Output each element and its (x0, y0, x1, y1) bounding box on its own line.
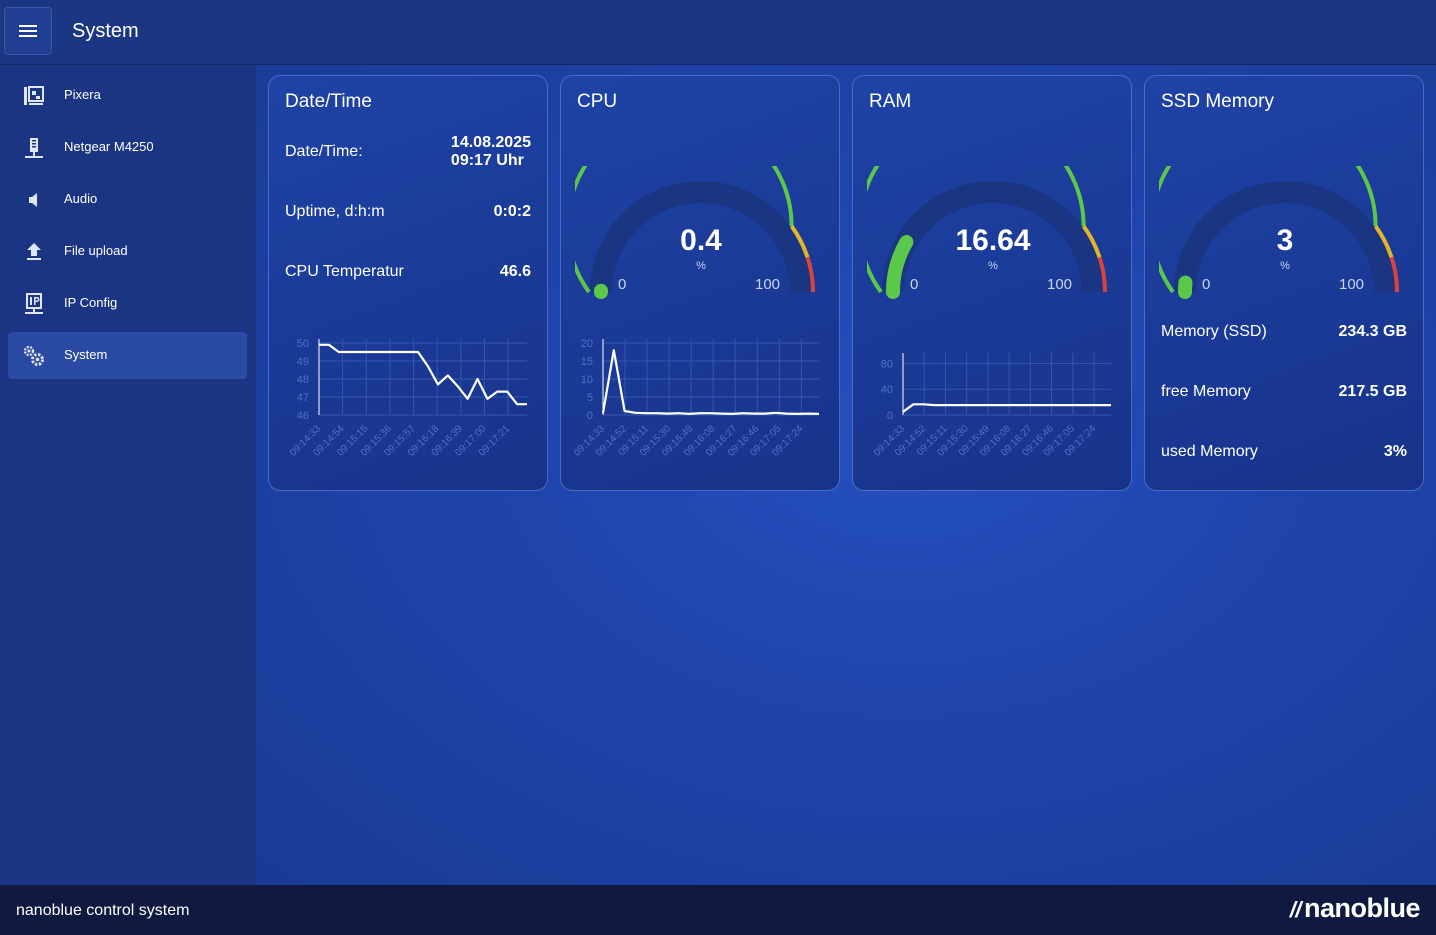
gauge-max: 100 (1047, 276, 1073, 293)
sidebar-item-file-upload[interactable]: File upload (8, 228, 247, 275)
brand-slashes: // (1289, 897, 1302, 922)
y-tick-label: 48 (297, 374, 309, 386)
gauge-unit: % (696, 260, 706, 272)
ssd-memory-value: 234.3 GB (1338, 323, 1407, 340)
hamburger-icon (19, 25, 37, 37)
cpu-temperature-chart: 464748495009:14:3309:14:5409:15:1509:15:… (288, 338, 527, 459)
y-tick-label: 49 (297, 356, 309, 368)
sidebar-item-pixera[interactable]: Pixera (8, 72, 247, 119)
y-tick-label: 46 (297, 410, 309, 422)
card-title: RAM (869, 91, 912, 112)
y-tick-label: 10 (581, 374, 593, 386)
y-tick-label: 80 (881, 358, 893, 370)
cpu-temp-value: 46.6 (499, 263, 531, 280)
y-tick-label: 50 (297, 338, 309, 350)
ssd-memory-label: Memory (SSD) (1161, 323, 1267, 340)
sidebar-item-label: Pixera (64, 87, 101, 102)
ip-icon (25, 293, 43, 314)
gauge-max: 100 (755, 276, 781, 293)
gauge-min: 0 (1202, 276, 1211, 293)
top-bar: System (0, 0, 1436, 65)
y-tick-label: 47 (297, 392, 309, 404)
date-value: 14.08.2025 (450, 134, 531, 151)
gauge-value: 16.64 (955, 224, 1031, 257)
sidebar-item-audio[interactable]: Audio (8, 176, 247, 223)
sidebar-item-ip-config[interactable]: IP Config (8, 280, 247, 327)
gears-icon (23, 345, 44, 366)
ssd-card: SSD Memory 3 % 0 100 Memory (SSD) 234.3 … (1144, 75, 1424, 491)
sidebar-item-label: IP Config (64, 295, 118, 310)
datetime-card: Date/Time Date/Time: 14.08.2025 09:17 Uh… (268, 75, 548, 491)
gauge-max: 100 (1339, 276, 1365, 293)
y-tick-label: 40 (881, 384, 893, 396)
sidebar-item-netgear[interactable]: Netgear M4250 (8, 124, 247, 171)
gauge-min: 0 (910, 276, 919, 293)
y-tick-label: 15 (581, 356, 593, 368)
gauge-value: 3 (1276, 224, 1294, 257)
series-line (902, 403, 1111, 413)
cpu-temp-label: CPU Temperatur (285, 263, 404, 280)
page-title: System (72, 20, 139, 42)
free-memory-value: 217.5 GB (1338, 383, 1407, 400)
ram-card: RAM 16.64 % 0 100 0 40 80 09:14:33 09:14:52 0… (852, 75, 1132, 491)
sidebar-item-label: Audio (64, 191, 98, 206)
upload-icon (27, 243, 41, 260)
menu-button[interactable] (4, 7, 52, 55)
cpu-card: CPU 0.4 % 0 100 0 5 10 15 20 09:14:33 09:14:52… (560, 75, 840, 491)
series-line (601, 349, 820, 416)
sidebar-item-label: File upload (64, 243, 128, 258)
sidebar-item-label: System (64, 347, 108, 362)
used-memory-value: 3% (1383, 443, 1407, 460)
gauge-min: 0 (618, 276, 627, 293)
time-value: 09:17 Uhr (450, 152, 524, 169)
y-tick-label: 0 (887, 410, 893, 422)
y-tick-label: 20 (581, 338, 593, 350)
uptime-label: Uptime, d:h:m (285, 203, 385, 220)
free-memory-label: free Memory (1161, 383, 1251, 400)
ram-usage-chart: 0408009:14:3309:14:5209:15:1109:15:3009:… (872, 353, 1111, 459)
datetime-value: 14.08.2025 09:17 Uhr (451, 134, 531, 170)
gauge-unit: % (988, 260, 998, 272)
footer-text: nanoblue control system (16, 902, 190, 919)
datetime-label: Date/Time: (285, 143, 363, 160)
gauge-unit: % (1280, 260, 1290, 272)
y-tick-label: 5 (587, 392, 593, 404)
card-title: Date/Time (285, 91, 372, 112)
gauge-value: 0.4 (680, 224, 722, 257)
used-memory-label: used Memory (1161, 443, 1258, 460)
y-tick-label: 0 (587, 410, 593, 422)
main-content: Date/Time Date/Time: 14.08.2025 09:17 Uh… (256, 65, 1436, 885)
series-line (319, 343, 527, 406)
uptime-value: 0:0:2 (493, 203, 531, 220)
sidebar-item-label: Netgear M4250 (64, 139, 154, 154)
sidebar: Pixera Netgear M4250 Audio File upload I… (0, 65, 256, 885)
card-title: SSD Memory (1161, 91, 1274, 112)
cpu-usage-chart: 0510152009:14:3309:14:5209:15:1109:15:30… (572, 338, 820, 459)
sidebar-item-system[interactable]: System (8, 332, 247, 379)
brand-logo: //nanoblue (1289, 893, 1421, 924)
network-switch-icon (25, 138, 43, 158)
card-title: CPU (577, 91, 618, 112)
media-server-icon (24, 86, 44, 105)
footer: nanoblue control system //nanoblue (0, 885, 1436, 935)
speaker-icon (29, 193, 37, 207)
brand-name: nanoblue (1304, 893, 1421, 923)
